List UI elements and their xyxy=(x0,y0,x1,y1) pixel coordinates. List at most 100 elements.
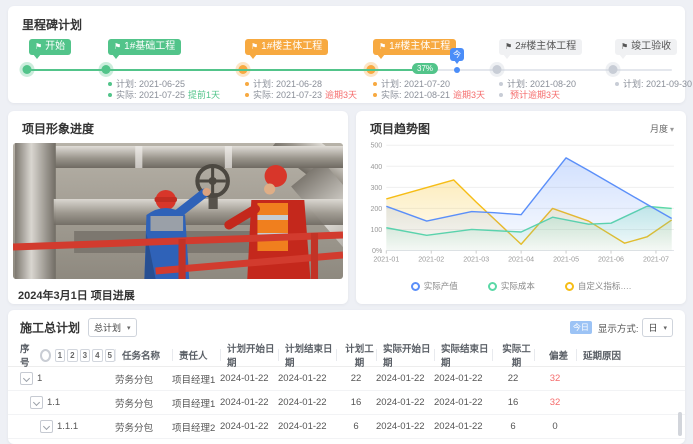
table-cell: 2024-01-22 xyxy=(220,397,278,408)
table-scrollbar[interactable] xyxy=(678,412,682,436)
level-button[interactable]: 3 xyxy=(80,349,90,362)
plan-type-select[interactable]: 总计划▾ xyxy=(88,318,137,337)
table-cell: 项目经理2 xyxy=(172,420,220,434)
svg-text:200: 200 xyxy=(370,205,382,213)
display-mode-select[interactable]: 日▾ xyxy=(642,318,673,337)
svg-text:2021-03: 2021-03 xyxy=(463,256,489,264)
today-dot xyxy=(454,67,460,73)
milestone-badge[interactable]: ⚑开始 xyxy=(29,39,71,55)
table-cell: 劳务分包 xyxy=(115,420,172,434)
legend-marker-icon xyxy=(488,282,497,291)
table-row[interactable]: 1.1.1劳务分包项目经理22024-01-222024-01-2262024-… xyxy=(8,415,685,439)
level-button[interactable]: 5 xyxy=(105,349,115,362)
flag-icon: ⚑ xyxy=(379,42,386,51)
progress-photo-illustration xyxy=(13,143,343,279)
column-header[interactable]: 序号12345 xyxy=(20,349,115,361)
chart-range-select[interactable]: 月度▾ xyxy=(650,122,674,135)
column-header[interactable]: 计划开始日期 xyxy=(220,349,278,361)
flag-icon: ⚑ xyxy=(621,42,628,51)
progress-photo xyxy=(13,143,343,279)
column-header[interactable]: 实际结束日期 xyxy=(434,349,492,361)
legend-marker-icon xyxy=(411,282,420,291)
column-header[interactable]: 延期原因 xyxy=(576,349,673,361)
table-cell: 2024-01-22 xyxy=(434,373,492,384)
legend-item[interactable]: 实际产值 xyxy=(411,280,458,292)
chevron-down-icon: ▾ xyxy=(663,324,667,332)
table-row[interactable]: 1.1劳务分包项目经理12024-01-222024-01-22162024-0… xyxy=(8,391,685,415)
legend-item[interactable]: 实际成本 xyxy=(488,280,535,292)
table-header: 序号12345任务名称责任人计划开始日期计划结束日期计划工期实际开始日期实际结束… xyxy=(8,344,685,367)
legend-label: 实际产值 xyxy=(424,280,458,292)
construction-plan-panel: 施工总计划 总计划▾ 今日 显示方式: 日▾ 序号12345任务名称责任人计划开… xyxy=(8,310,685,444)
table-cell: 6 xyxy=(492,421,534,432)
project-progress-panel: 项目形象进度 xyxy=(8,111,348,304)
milestone-badge[interactable]: ⚑1#基础工程 xyxy=(108,39,181,55)
chart-range-value: 月度 xyxy=(650,124,668,134)
column-header[interactable]: 实际工期 xyxy=(492,349,534,361)
legend-item[interactable]: 自定义指标…. xyxy=(565,280,631,292)
milestone-timeline: ⚑开始⚑1#基础工程计划: 2021-06-25实际: 2021-07-25提前… xyxy=(22,37,671,103)
column-header[interactable]: 偏差 xyxy=(534,349,576,361)
flag-icon: ⚑ xyxy=(114,42,121,51)
milestone-badge[interactable]: ⚑2#楼主体工程 xyxy=(499,39,582,55)
milestone-dates: 计划: 2021-08-20预计逾期3天 xyxy=(499,79,576,101)
trend-chart: 5004003002001000%2021-012021-022021-0320… xyxy=(362,139,682,282)
svg-text:2021-05: 2021-05 xyxy=(553,256,579,264)
column-header[interactable]: 实际开始日期 xyxy=(376,349,434,361)
today-badge[interactable]: 今日 xyxy=(570,321,592,334)
flag-icon: ⚑ xyxy=(35,42,42,51)
column-header[interactable]: 计划结束日期 xyxy=(278,349,336,361)
table-cell: 2024-01-22 xyxy=(278,421,336,432)
expand-toggle[interactable] xyxy=(40,420,53,433)
svg-text:100: 100 xyxy=(370,226,382,234)
level-button[interactable]: 4 xyxy=(92,349,102,362)
table-cell: 2024-01-22 xyxy=(376,373,434,384)
svg-text:2021-01: 2021-01 xyxy=(373,256,399,264)
table-row[interactable]: 1.1.2劳务分包项目经理32024-01-222024-01-2252024-… xyxy=(8,439,685,444)
milestone-plan-title: 里程碑计划 xyxy=(8,6,685,33)
table-cell: 2024-01-22 xyxy=(376,397,434,408)
expand-toggle[interactable] xyxy=(20,372,33,385)
column-header[interactable]: 计划工期 xyxy=(336,349,376,361)
level-button[interactable]: 1 xyxy=(55,349,65,362)
table-row[interactable]: 1劳务分包项目经理12024-01-222024-01-22222024-01-… xyxy=(8,367,685,391)
table-cell: 22 xyxy=(492,373,534,384)
level-button[interactable]: 2 xyxy=(67,349,77,362)
milestone-badge[interactable]: ⚑竣工验收 xyxy=(615,39,677,55)
trend-chart-panel: 项目趋势图 月度▾ 5004003002001000%2021-012021-0… xyxy=(356,111,686,304)
table-cell: 项目经理1 xyxy=(172,396,220,410)
today-flag: 今 xyxy=(450,48,464,61)
table-cell: 2024-01-22 xyxy=(278,397,336,408)
gear-icon[interactable] xyxy=(40,349,51,362)
deviation-cell: 0 xyxy=(534,421,576,432)
chevron-down-icon: ▾ xyxy=(670,125,674,134)
column-header[interactable]: 责任人 xyxy=(172,349,220,361)
milestone-dates: 计划: 2021-06-28实际: 2021-07-23逾期3天 xyxy=(245,79,357,101)
table-cell: 6 xyxy=(336,421,376,432)
project-progress-title: 项目形象进度 xyxy=(8,111,348,143)
svg-text:500: 500 xyxy=(370,142,382,150)
table-cell: 2024-01-22 xyxy=(434,421,492,432)
display-mode-value: 日 xyxy=(648,321,657,334)
svg-text:2021-02: 2021-02 xyxy=(418,256,444,264)
chevron-down-icon: ▾ xyxy=(127,324,131,332)
table-cell: 22 xyxy=(336,373,376,384)
legend-label: 实际成本 xyxy=(501,280,535,292)
expand-toggle[interactable] xyxy=(30,396,43,409)
milestone-badge[interactable]: ⚑1#楼主体工程 xyxy=(373,39,456,55)
trend-chart-title: 项目趋势图 xyxy=(370,120,430,137)
column-header[interactable]: 任务名称 xyxy=(115,349,172,361)
milestone-label: 2#楼主体工程 xyxy=(515,41,576,52)
construction-plan-title: 施工总计划 xyxy=(20,319,80,336)
photo-caption: 2024年3月1日 项目进展 xyxy=(8,279,348,303)
table-cell: 劳务分包 xyxy=(115,372,172,386)
milestone-badge[interactable]: ⚑1#楼主体工程 xyxy=(245,39,328,55)
svg-text:0%: 0% xyxy=(372,247,383,255)
flag-icon: ⚑ xyxy=(251,42,258,51)
deviation-cell: 32 xyxy=(534,397,576,408)
svg-text:2021-07: 2021-07 xyxy=(643,256,669,264)
milestone-label: 1#楼主体工程 xyxy=(389,41,450,52)
milestone-dot xyxy=(493,65,502,74)
display-mode-label: 显示方式: xyxy=(598,321,639,335)
flag-icon: ⚑ xyxy=(505,42,512,51)
